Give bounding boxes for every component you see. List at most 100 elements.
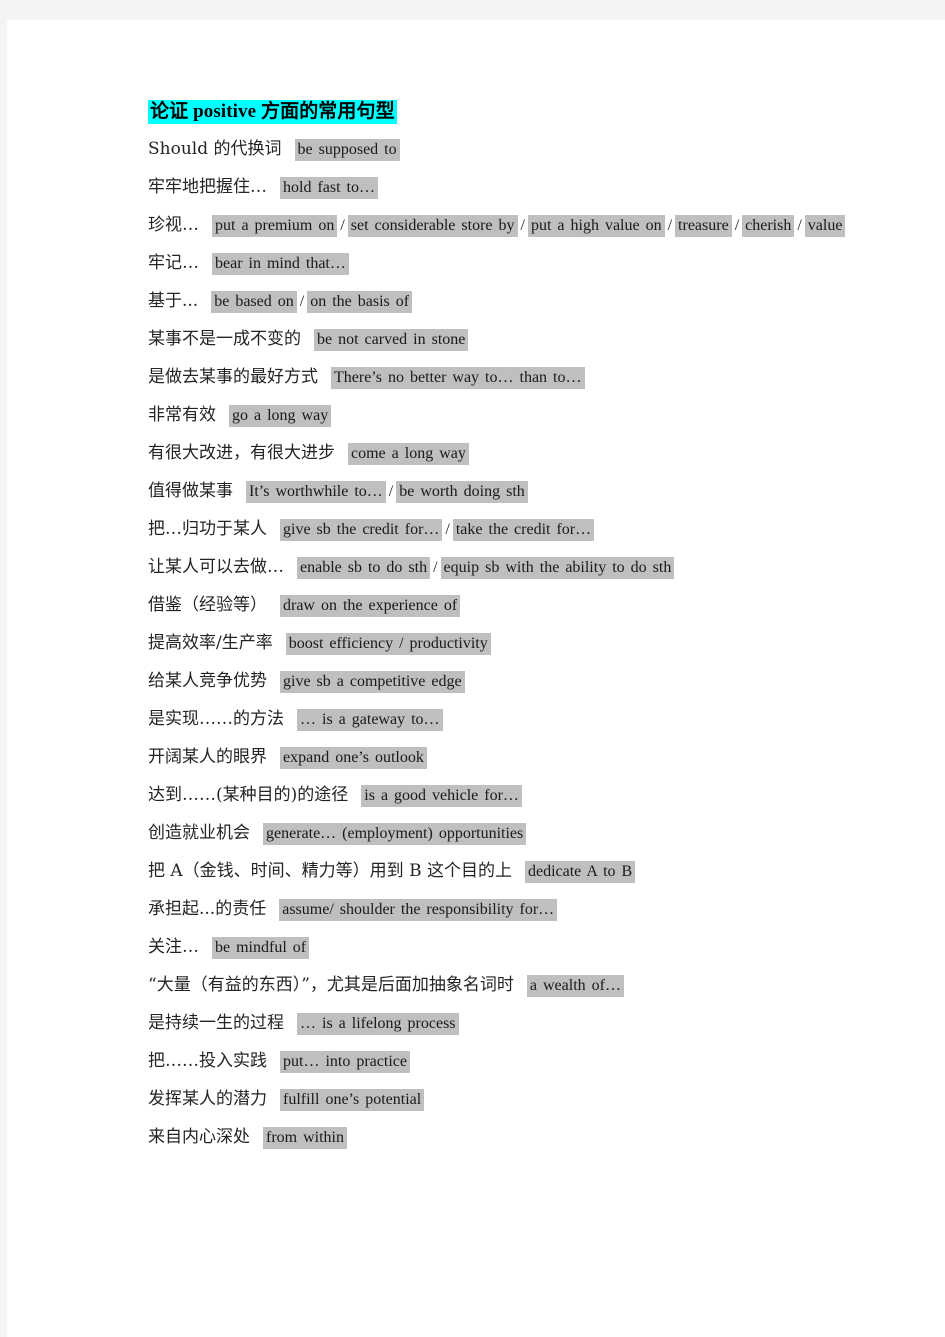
english-phrase: … is a gateway to… — [297, 708, 443, 731]
entry-chinese-label: 非常有效 — [148, 404, 216, 425]
phrase-separator: / — [340, 216, 345, 234]
phrase-entry: 关注… be mindful of — [148, 928, 888, 966]
phrase-separator: / — [433, 558, 438, 576]
phrase-entry: 珍视… put a premium on / set considerable sto… — [148, 206, 888, 244]
english-phrase: There’s no better way to… than to… — [331, 366, 585, 389]
english-phrase: bear in mind that… — [212, 252, 349, 275]
english-phrase: equip sb with the ability to do sth — [440, 556, 675, 579]
entry-chinese-label: 某事不是一成不变的 — [148, 328, 301, 349]
english-phrase: enable sb to do sth — [297, 556, 431, 579]
phrase-entry: 发挥某人的潜力 fulfill one’s potential — [148, 1080, 888, 1118]
phrase-entry: 来自内心深处 from within — [148, 1118, 888, 1156]
entry-chinese-label: Should 的代换词 — [148, 138, 282, 159]
phrase-entry: 基于... be based on / on the basis of — [148, 282, 888, 320]
phrase-entry-list: Should 的代换词 be supposed to 牢牢地把握住… hold fas… — [148, 130, 888, 1156]
english-phrase: give sb a competitive edge — [280, 670, 465, 693]
english-phrase: from within — [263, 1126, 347, 1149]
english-phrase: generate… (employment) opportunities — [263, 822, 527, 845]
page-title-en-word: positive — [193, 101, 257, 122]
entry-chinese-label: 牢记… — [148, 252, 199, 273]
entry-chinese-label: 让某人可以去做… — [148, 556, 284, 577]
phrase-separator: / — [388, 482, 394, 500]
english-phrase: boost efficiency / productivity — [285, 632, 491, 655]
phrase-entry: “大量（有益的东西）”，尤其是后面加抽象名词时 a wealth of… — [148, 966, 888, 1004]
phrase-entry: 是做去某事的最好方式 There’s no better way to… than… — [148, 358, 888, 396]
entry-chinese-label: 是持续一生的过程 — [148, 1012, 284, 1033]
english-phrase: a wealth of… — [526, 974, 624, 997]
phrase-entry: 把…归功于某人 give sb the credit for… / take the … — [148, 510, 888, 548]
phrase-separator: / — [299, 292, 305, 310]
phrase-entry: 某事不是一成不变的 be not carved in stone — [148, 320, 888, 358]
entry-chinese-label: 是实现……的方法 — [148, 708, 284, 729]
document-page: 论证 positive 方面的常用句型 Should 的代换词 be suppos… — [7, 20, 945, 1337]
english-phrase: go a long way — [229, 404, 332, 427]
entry-chinese-label: “大量（有益的东西）”，尤其是后面加抽象名词时 — [148, 974, 514, 995]
english-phrase: on the basis of — [307, 290, 413, 313]
english-phrase: give sb the credit for… — [280, 518, 443, 541]
english-phrase: treasure — [675, 214, 732, 237]
phrase-entry: Should 的代换词 be supposed to — [148, 130, 888, 168]
english-phrase: come a long way — [348, 442, 469, 465]
english-phrase: expand one’s outlook — [280, 746, 427, 769]
entry-chinese-label: 承担起...的责任 — [148, 898, 267, 919]
entry-chinese-label: 开阔某人的眼界 — [148, 746, 267, 767]
phrase-entry: 是实现……的方法 … is a gateway to… — [148, 700, 888, 738]
phrase-entry: 提高效率/生产率 boost efficiency / productivity — [148, 624, 888, 662]
entry-chinese-label: 值得做某事 — [148, 480, 233, 501]
entry-chinese-label: 给某人竞争优势 — [148, 670, 267, 691]
document-body: 论证 positive 方面的常用句型 Should 的代换词 be suppos… — [148, 98, 888, 1156]
english-phrase: hold fast to… — [280, 176, 378, 199]
entry-chinese-label: 借鉴（经验等） — [148, 594, 267, 615]
phrase-separator: / — [520, 216, 525, 234]
english-phrase: is a good vehicle for… — [361, 784, 522, 807]
phrase-entry: 承担起...的责任 assume/ shoulder the responsibi… — [148, 890, 888, 928]
entry-chinese-label: 关注… — [148, 936, 199, 957]
english-phrase: put a high value on — [527, 214, 665, 237]
entry-chinese-label: 基于... — [148, 290, 199, 311]
entry-chinese-label: 创造就业机会 — [148, 822, 250, 843]
phrase-entry: 创造就业机会 generate… (employment) opportuniti… — [148, 814, 888, 852]
phrase-entry: 让某人可以去做… enable sb to do sth / equip sb wit… — [148, 548, 888, 586]
phrase-entry: 达到……(某种目的)的途径 is a good vehicle for… — [148, 776, 888, 814]
english-phrase: cherish — [742, 214, 795, 237]
english-phrase: fulfill one’s potential — [280, 1088, 425, 1111]
entry-chinese-label: 有很大改进，有很大进步 — [148, 442, 335, 463]
phrase-separator: / — [667, 216, 673, 234]
entry-chinese-label: 把…归功于某人 — [148, 518, 267, 539]
english-phrase: be worth doing sth — [396, 480, 528, 503]
english-phrase: set considerable store by — [347, 214, 518, 237]
english-phrase: dedicate A to B — [524, 860, 636, 883]
page-title-zh-prefix: 论证 — [150, 101, 194, 122]
english-phrase: be based on — [211, 290, 297, 313]
phrase-entry: 给某人竞争优势 give sb a competitive edge — [148, 662, 888, 700]
english-phrase: be not carved in stone — [314, 328, 469, 351]
english-phrase: take the credit for… — [452, 518, 595, 541]
entry-chinese-label: 牢牢地把握住… — [148, 176, 267, 197]
phrase-entry: 非常有效 go a long way — [148, 396, 888, 434]
phrase-entry: 牢牢地把握住… hold fast to… — [148, 168, 888, 206]
english-phrase: It’s worthwhile to… — [246, 480, 386, 503]
phrase-separator: / — [445, 520, 450, 538]
page-title: 论证 positive 方面的常用句型 — [148, 98, 888, 126]
phrase-entry: 把 A（金钱、时间、精力等）用到 B 这个目的上 dedicate A to B — [148, 852, 888, 890]
english-phrase: assume/ shoulder the responsibility for… — [279, 898, 558, 921]
entry-chinese-label: 发挥某人的潜力 — [148, 1088, 267, 1109]
phrase-entry: 把……投入实践 put… into practice — [148, 1042, 888, 1080]
english-phrase: put a premium on — [212, 214, 338, 237]
entry-chinese-label: 达到……(某种目的)的途径 — [148, 784, 349, 805]
page-title-highlight: 论证 positive 方面的常用句型 — [148, 100, 397, 124]
entry-chinese-label: 来自内心深处 — [148, 1126, 250, 1147]
english-phrase: be supposed to — [294, 138, 400, 161]
phrase-separator: / — [734, 216, 740, 234]
phrase-entry: 牢记… bear in mind that… — [148, 244, 888, 282]
phrase-entry: 借鉴（经验等） draw on the experience of — [148, 586, 888, 624]
page-title-zh-suffix: 方面的常用句型 — [256, 101, 395, 122]
english-phrase: be mindful of — [212, 936, 310, 959]
phrase-entry: 值得做某事 It’s worthwhile to… / be worth doing … — [148, 472, 888, 510]
english-phrase: … is a lifelong process — [297, 1012, 459, 1035]
phrase-entry: 开阔某人的眼界 expand one’s outlook — [148, 738, 888, 776]
entry-chinese-label: 提高效率/生产率 — [148, 632, 273, 653]
entry-chinese-label: 是做去某事的最好方式 — [148, 366, 318, 387]
phrase-entry: 是持续一生的过程 … is a lifelong process — [148, 1004, 888, 1042]
entry-chinese-label: 珍视… — [148, 214, 199, 235]
